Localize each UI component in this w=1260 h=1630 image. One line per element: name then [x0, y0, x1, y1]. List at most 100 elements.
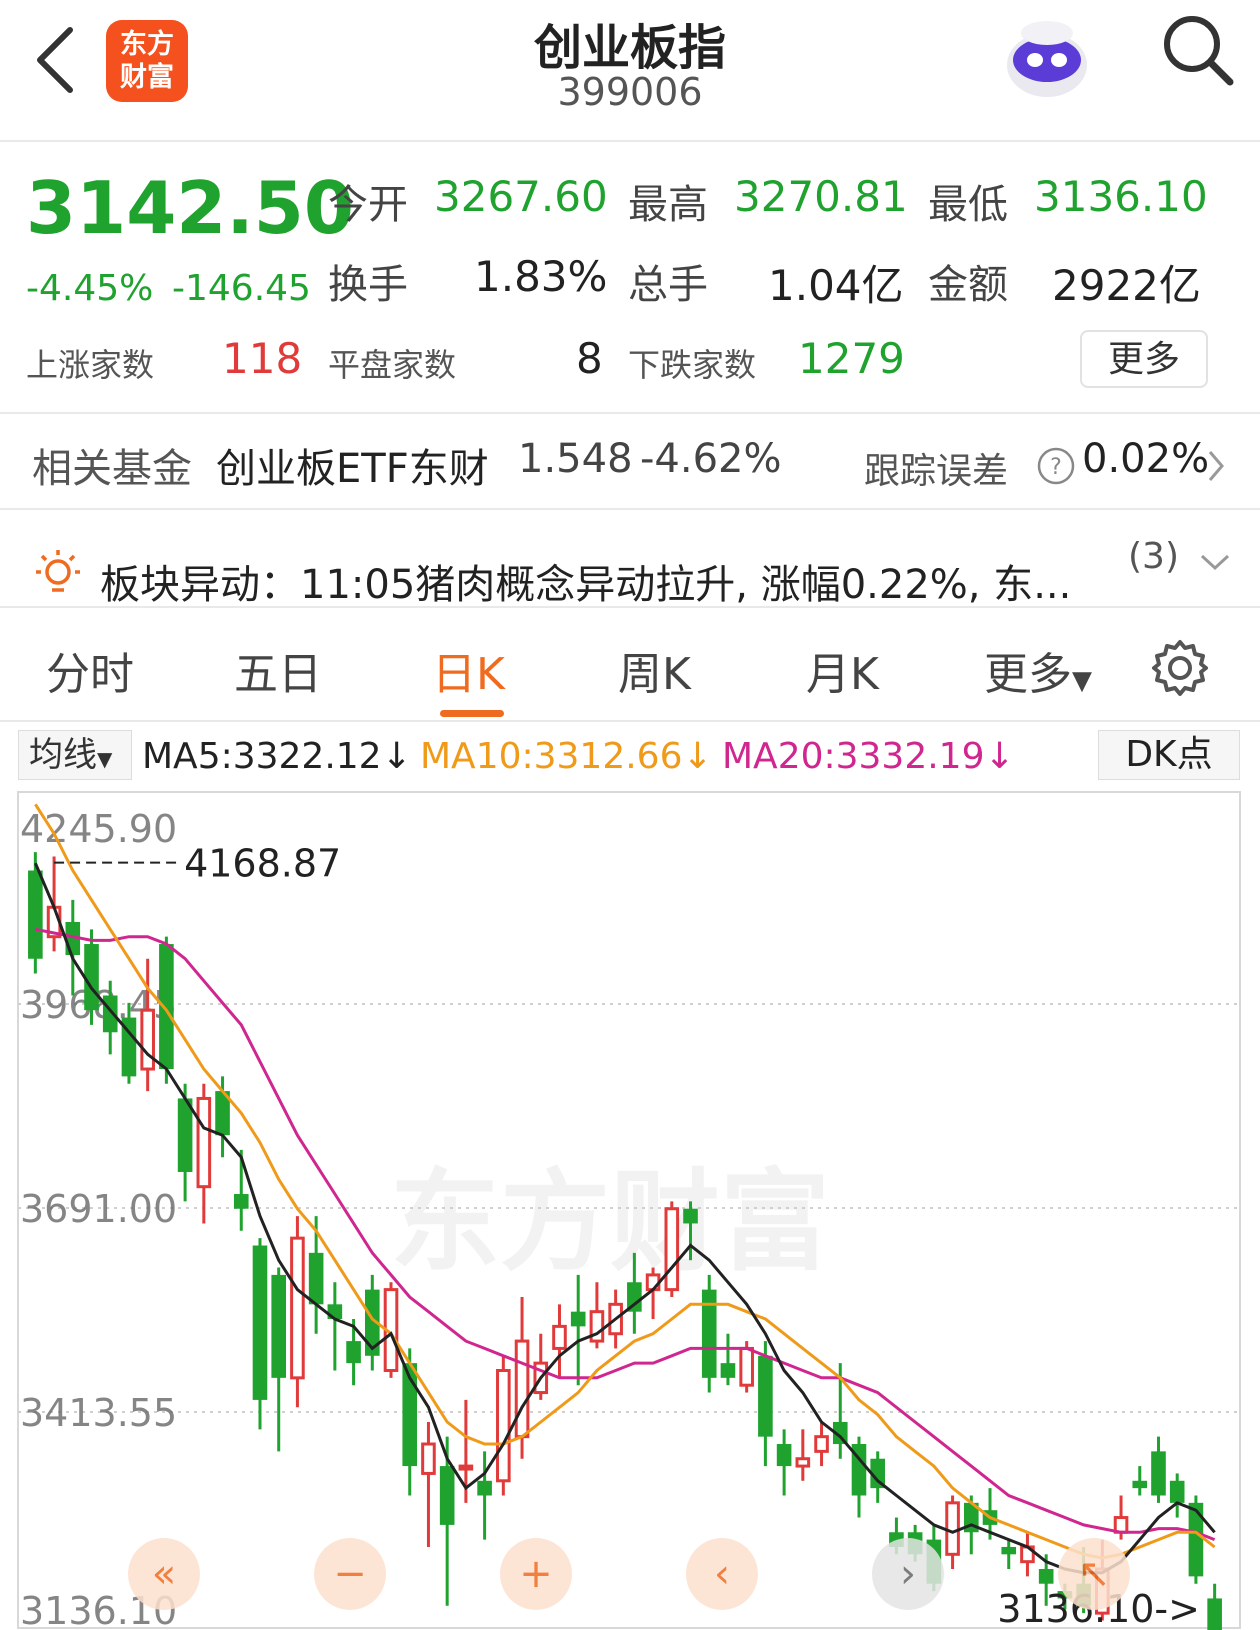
current-price: 3142.50	[26, 166, 354, 250]
candle-body-up	[421, 1442, 436, 1475]
alert-count: (3)	[1128, 536, 1179, 577]
candle-body-up	[814, 1435, 829, 1453]
lightbulb-icon	[36, 550, 80, 592]
ma-selector-label: 均线	[29, 735, 97, 775]
volume-value: 1.04亿	[768, 261, 904, 310]
candle-body-down	[308, 1252, 324, 1305]
candle-body-down	[1001, 1546, 1017, 1555]
alert-text: 板块异动：11:05猪肉概念异动拉升, 涨幅0.22%, 东...	[100, 562, 1072, 608]
candle-body-up	[458, 1464, 474, 1471]
ma-selector[interactable]: 均线▼	[18, 730, 132, 780]
candle-body-up	[945, 1501, 960, 1556]
candle-body-down	[102, 995, 118, 1033]
y-tick-label: 3413.55	[20, 1391, 177, 1435]
candle-body-down	[1169, 1480, 1185, 1503]
dropdown-caret-icon: ▼	[1072, 666, 1092, 696]
candle-body-down	[1188, 1502, 1204, 1577]
dropdown-caret-icon: ▼	[97, 747, 113, 771]
search-icon[interactable]	[1158, 10, 1238, 90]
rewind-icon[interactable]: «	[128, 1538, 200, 1610]
svg-text:?: ?	[1050, 455, 1062, 480]
change-percent: -4.45%	[26, 268, 154, 309]
candle-body-up	[140, 1008, 155, 1071]
high-annotation-label: 4168.87	[184, 842, 341, 886]
volume-label: 总手	[628, 262, 708, 308]
candle-body-down	[1151, 1451, 1166, 1496]
candle-body-up	[664, 1207, 680, 1292]
candle-body-down	[758, 1355, 773, 1437]
turnover-value: 1.83%	[474, 252, 608, 301]
candle-body-down	[1132, 1480, 1148, 1489]
scroll-right-icon[interactable]: ›	[872, 1538, 944, 1610]
tab-daily-k[interactable]: 日K	[432, 638, 505, 702]
candle-body-down	[1038, 1569, 1054, 1584]
candle-body-down	[233, 1194, 249, 1209]
candle-body-down	[271, 1274, 287, 1378]
down-count: 1279	[798, 334, 905, 383]
candle-body-up	[739, 1346, 754, 1387]
up-count-label: 上涨家数	[26, 346, 155, 384]
ma5-value: MA5:3322.12↓	[142, 736, 412, 777]
candle-body-up	[290, 1236, 305, 1380]
candle-body-down	[477, 1480, 492, 1496]
y-tick-label: 3691.00	[20, 1187, 177, 1231]
flat-count-label: 平盘家数	[328, 346, 457, 384]
robot-assistant-icon[interactable]	[1000, 15, 1095, 100]
candle-body-down	[683, 1208, 698, 1224]
more-button[interactable]: 更多	[1080, 330, 1208, 388]
low-value: 3136.10	[1034, 172, 1208, 221]
zoom-in-icon[interactable]: +	[500, 1538, 572, 1610]
candle-body-down	[439, 1466, 455, 1525]
tab-more[interactable]: 更多▼	[984, 638, 1092, 702]
amount-value: 2922亿	[1052, 261, 1201, 310]
candle-body-down	[1207, 1598, 1222, 1630]
tab-more-label: 更多	[984, 649, 1072, 700]
y-tick-label: 4245.90	[20, 807, 177, 851]
chevron-right-icon	[1208, 451, 1224, 481]
tab-weekly-k[interactable]: 周K	[618, 638, 691, 702]
candle-body-down	[159, 944, 174, 1070]
fund-price: 1.548	[518, 436, 633, 482]
zoom-out-icon[interactable]: −	[314, 1538, 386, 1610]
scroll-left-icon[interactable]: ‹	[686, 1538, 758, 1610]
candle-body-down	[346, 1341, 361, 1364]
amount-label: 金额	[928, 262, 1008, 308]
help-icon[interactable]: ?	[1036, 446, 1076, 486]
tab-five-day[interactable]: 五日	[234, 638, 322, 702]
dk-point-button[interactable]: DK点	[1098, 730, 1240, 780]
high-value: 3270.81	[734, 172, 908, 221]
reset-view-icon[interactable]: ↖	[1058, 1538, 1130, 1610]
flat-count: 8	[576, 334, 603, 383]
down-count-label: 下跌家数	[628, 346, 757, 384]
change-value: -146.45	[172, 268, 311, 309]
candle-body-down	[177, 1098, 193, 1172]
high-label: 最高	[628, 182, 708, 228]
tab-monthly-k[interactable]: 月K	[806, 638, 879, 702]
candle-body-down	[252, 1245, 268, 1400]
candle-body-down	[84, 944, 99, 1011]
candle-body-down	[776, 1444, 792, 1467]
candle-body-up	[496, 1368, 511, 1483]
related-fund-row[interactable]: 相关基金 创业板ETF东财 1.548 -4.62% 跟踪误差 ? 0.02%	[0, 414, 1260, 508]
low-label: 最低	[928, 182, 1008, 228]
tab-intraday[interactable]: 分时	[46, 638, 134, 702]
open-label: 今开	[328, 182, 408, 228]
ma10-value: MA10:3312.66↓	[420, 736, 713, 777]
turnover-label: 换手	[328, 262, 408, 308]
chart-watermark: 东方财富	[390, 1158, 830, 1286]
k-line-chart[interactable]: 东方财富4245.903968.453691.003413.553136.104…	[0, 790, 1260, 1630]
chevron-down-icon[interactable]	[1198, 550, 1232, 574]
up-count: 118	[222, 334, 303, 383]
candle-body-down	[720, 1363, 736, 1378]
candle-body-up	[552, 1324, 567, 1350]
ma20-value: MA20:3332.19↓	[722, 736, 1015, 777]
gear-icon[interactable]	[1150, 638, 1210, 698]
fund-change: -4.62%	[640, 436, 782, 482]
candle-body-up	[196, 1096, 212, 1189]
candle-body-up	[795, 1457, 811, 1468]
tracking-error-label: 跟踪误差	[864, 451, 1009, 492]
tracking-error-value: 0.02%	[1082, 436, 1210, 482]
candle-body-down	[28, 870, 43, 959]
candle-body-up	[514, 1339, 530, 1439]
sector-alert-row[interactable]: 板块异动：11:05猪肉概念异动拉升, 涨幅0.22%, 东... (3)	[0, 510, 1260, 608]
